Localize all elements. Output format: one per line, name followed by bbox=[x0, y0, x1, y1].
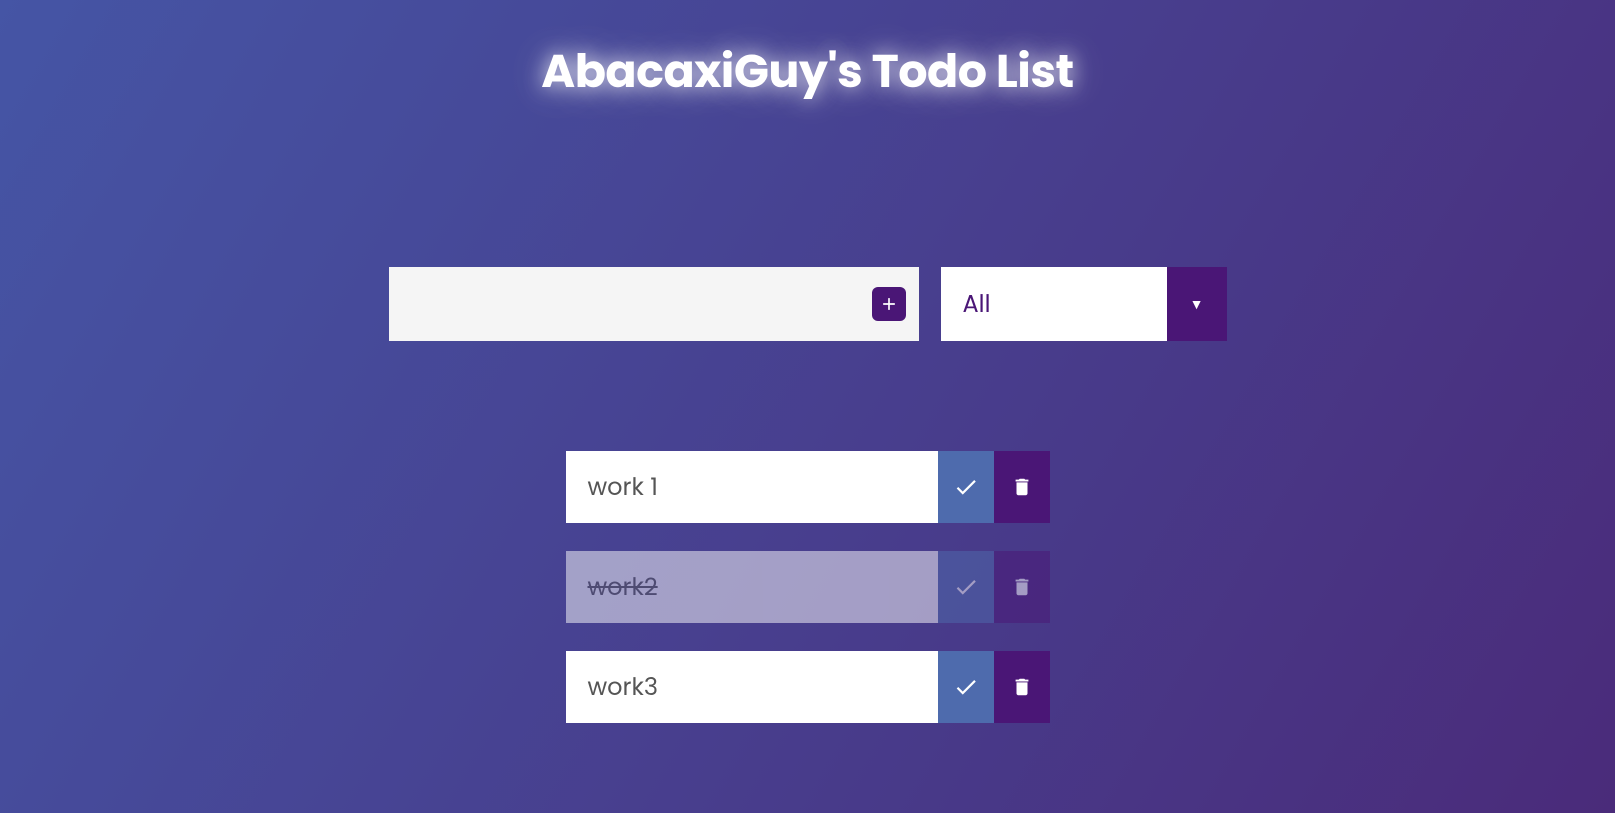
trash-icon bbox=[1011, 476, 1033, 498]
filter-select[interactable]: All bbox=[941, 267, 1167, 341]
filter-group[interactable]: All ▼ bbox=[941, 267, 1227, 341]
complete-button[interactable] bbox=[938, 451, 994, 523]
trash-icon bbox=[1011, 576, 1033, 598]
delete-button[interactable] bbox=[994, 451, 1050, 523]
todo-item: work 1 bbox=[566, 451, 1050, 523]
plus-icon bbox=[872, 287, 906, 321]
delete-button[interactable] bbox=[994, 551, 1050, 623]
add-button[interactable] bbox=[859, 267, 919, 341]
controls-row: All ▼ bbox=[389, 267, 1227, 341]
todo-item: work3 bbox=[566, 651, 1050, 723]
page-title: AbacaxiGuy's Todo List bbox=[541, 38, 1073, 107]
check-icon bbox=[953, 474, 979, 500]
check-icon bbox=[953, 574, 979, 600]
trash-icon bbox=[1011, 676, 1033, 698]
todo-item: work2 bbox=[566, 551, 1050, 623]
input-group bbox=[389, 267, 919, 341]
chevron-down-icon: ▼ bbox=[1190, 294, 1204, 315]
todo-list: work 1 work2 work3 bbox=[566, 451, 1050, 723]
todo-text: work2 bbox=[566, 551, 938, 623]
todo-text: work 1 bbox=[566, 451, 938, 523]
filter-dropdown-button[interactable]: ▼ bbox=[1167, 267, 1227, 341]
complete-button[interactable] bbox=[938, 651, 994, 723]
delete-button[interactable] bbox=[994, 651, 1050, 723]
check-icon bbox=[953, 674, 979, 700]
todo-text: work3 bbox=[566, 651, 938, 723]
complete-button[interactable] bbox=[938, 551, 994, 623]
todo-input[interactable] bbox=[389, 267, 859, 341]
